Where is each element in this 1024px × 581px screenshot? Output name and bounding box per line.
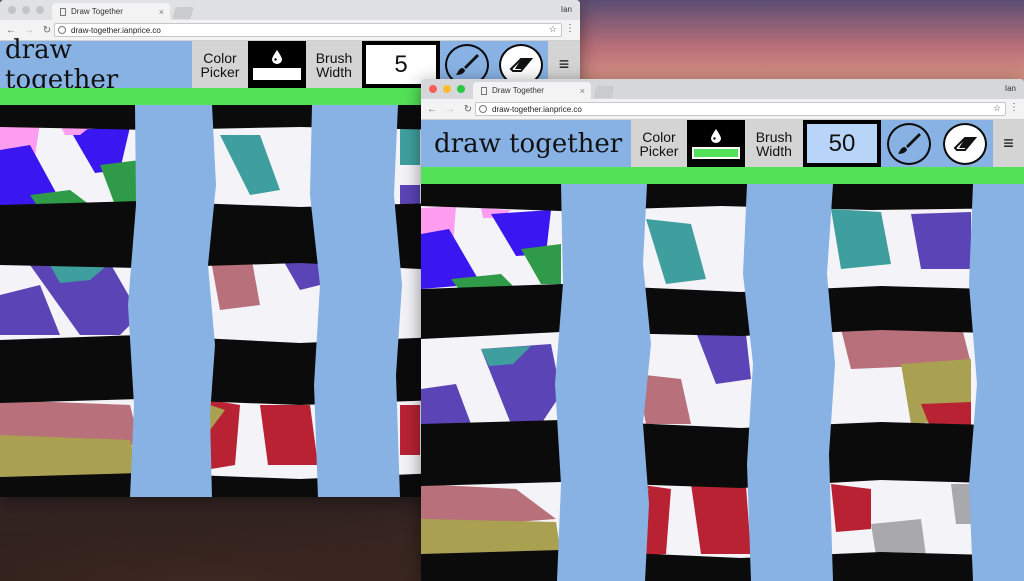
url-text: draw-together.ianprice.co	[492, 104, 582, 114]
hamburger-menu-button[interactable]: ≡	[993, 120, 1024, 167]
url-text: draw-together.ianprice.co	[71, 25, 161, 35]
profile-name[interactable]: Ian	[561, 5, 572, 14]
app-title: draw together	[421, 120, 631, 167]
current-color-swatch[interactable]	[253, 67, 301, 80]
brush-width-label: Brush Width	[745, 120, 803, 167]
new-tab-button[interactable]	[172, 7, 194, 19]
tool-selector	[881, 120, 993, 167]
close-window-button[interactable]	[8, 6, 16, 14]
tab-title: Draw Together	[71, 7, 123, 16]
tab-bar: Draw Together × Ian	[421, 79, 1024, 99]
droplet-icon	[711, 128, 721, 143]
paintbrush-icon	[898, 132, 921, 154]
zoom-window-button[interactable]	[36, 6, 44, 14]
tab-draw-together[interactable]: Draw Together ×	[52, 3, 170, 20]
brush-width-label: Brush Width	[306, 41, 362, 88]
color-picker[interactable]	[248, 41, 306, 88]
tab-title: Draw Together	[492, 86, 544, 95]
bookmark-star-icon[interactable]: ☆	[993, 103, 1001, 114]
profile-name[interactable]: Ian	[1005, 84, 1016, 93]
color-picker-label: Color Picker	[631, 120, 687, 167]
bookmark-star-icon[interactable]: ☆	[549, 24, 557, 35]
app-header: draw together Color Picker Brush Width ≡	[421, 120, 1024, 167]
app-title: draw together	[0, 35, 192, 95]
browser-menu-icon[interactable]: ⋮	[565, 23, 575, 34]
menu-icon: ≡	[558, 54, 570, 74]
droplet-icon	[272, 49, 282, 64]
brush-width-input[interactable]	[807, 124, 877, 163]
browser-window-front[interactable]: Draw Together × Ian ← → ↻ draw-together.…	[421, 79, 1024, 581]
eraser-tool-button[interactable]	[943, 122, 987, 165]
draw-together-app: draw together Color Picker Brush Width ≡	[421, 120, 1024, 581]
reload-icon[interactable]: ↻	[461, 104, 475, 115]
drawing-canvas[interactable]	[421, 184, 1024, 581]
tab-draw-together[interactable]: Draw Together ×	[473, 82, 591, 99]
green-stroke-strip	[421, 167, 1024, 184]
window-controls	[8, 6, 44, 14]
paintbrush-icon	[456, 53, 479, 75]
close-tab-icon[interactable]: ×	[159, 7, 164, 17]
tab-bar: Draw Together × Ian	[0, 0, 580, 20]
eraser-icon	[953, 136, 978, 151]
document-icon	[481, 86, 487, 95]
new-tab-button[interactable]	[593, 86, 615, 98]
minimize-window-button[interactable]	[22, 6, 30, 14]
color-picker-label: Color Picker	[192, 41, 248, 88]
window-controls	[429, 85, 465, 93]
current-color-swatch[interactable]	[692, 146, 740, 159]
brush-width-box	[803, 120, 881, 167]
canvas-drawing	[421, 184, 1024, 581]
address-bar[interactable]: draw-together.ianprice.co ☆	[475, 102, 1006, 116]
zoom-window-button[interactable]	[457, 85, 465, 93]
info-icon[interactable]	[479, 105, 487, 113]
browser-toolbar: ← → ↻ draw-together.ianprice.co ☆ ⋮	[421, 99, 1024, 120]
close-tab-icon[interactable]: ×	[580, 86, 585, 96]
info-icon[interactable]	[58, 26, 66, 34]
color-picker[interactable]	[687, 120, 745, 167]
browser-menu-icon[interactable]: ⋮	[1009, 102, 1019, 113]
close-window-button[interactable]	[429, 85, 437, 93]
document-icon	[60, 7, 66, 16]
brush-tool-button[interactable]	[887, 122, 931, 165]
eraser-icon	[509, 57, 534, 72]
menu-icon: ≡	[1003, 133, 1014, 153]
back-arrow-icon[interactable]: ←	[425, 104, 439, 115]
minimize-window-button[interactable]	[443, 85, 451, 93]
forward-arrow-icon[interactable]: →	[443, 104, 457, 115]
